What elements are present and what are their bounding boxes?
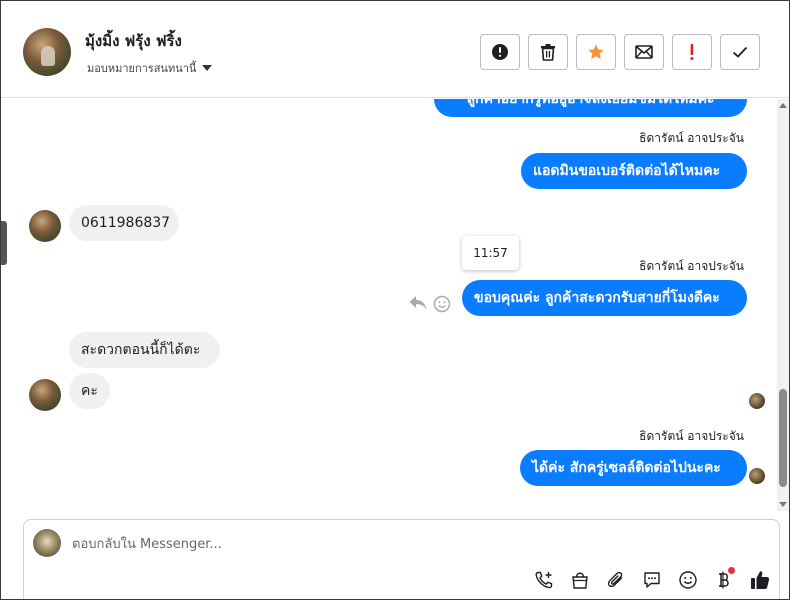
attach-button[interactable] [602,566,630,594]
contact-name[interactable]: มุ้งมิ้ง ฟรุ้ง ฟริ้ง [85,29,182,53]
header-actions [480,34,760,70]
scrollbar-thumb[interactable] [779,389,787,487]
smiley-react-icon[interactable] [433,295,451,313]
page-avatar [33,529,61,557]
thumbs-up-icon [751,571,770,589]
follow-up-button[interactable] [672,34,712,70]
call-button[interactable] [530,566,558,594]
smiley-icon [679,571,697,589]
saved-replies-button[interactable] [638,566,666,594]
contact-avatar-small[interactable] [29,379,61,411]
composer-toolbar [530,566,774,594]
message-composer [23,519,780,599]
read-receipt-avatar [749,393,765,409]
paperclip-icon [607,571,623,588]
emoji-button[interactable] [674,566,702,594]
scroll-up-arrow-icon[interactable] [779,103,787,108]
contact-avatar[interactable] [23,28,71,76]
trash-icon [541,44,555,61]
messenger-conversation-panel: มุ้งมิ้ง ฟรุ้ง ฟริ้ง มอบหมายการสนทนานี้ [0,0,790,600]
sender-name: ธิดารัตน์ อาจประจัน [639,429,744,443]
contact-avatar-small[interactable] [29,210,61,242]
read-receipt-avatar [749,468,765,484]
star-icon [588,44,604,60]
message-list[interactable]: ลูกค้าอยากรู้ที่อยู่อาจลงเยี่ยมชมได้ใหม่… [1,99,789,511]
message-bubble-incoming[interactable]: คะ [69,373,110,409]
shop-button[interactable] [566,566,594,594]
exclamation-icon [690,44,694,60]
assign-conversation-dropdown[interactable]: มอบหมายการสนทนานี้ [87,59,213,77]
chat-bubble-dots-icon [644,572,660,588]
message-bubble-incoming[interactable]: สะดวกตอนนี้ก็ได้ตะ [69,332,220,368]
mark-done-button[interactable] [720,34,760,70]
check-icon [732,46,748,58]
exclamation-circle-icon [492,44,508,60]
reply-icon[interactable] [408,294,428,312]
message-bubble-outgoing[interactable]: ลูกค้าอยากรู้ที่อยู่อาจลงเยี่ยมชมได้ใหม่… [434,99,747,117]
assign-label: มอบหมายการสนทนานี้ [87,62,197,75]
message-bubble-outgoing[interactable]: ได้ค่ะ สักครู่เซลล์ติดต่อไปนะคะ [520,450,747,486]
vertical-scrollbar[interactable] [777,99,789,511]
mark-unread-button[interactable] [624,34,664,70]
star-button[interactable] [576,34,616,70]
sender-name: ธิดารัตน์ อาจประจัน [639,259,744,273]
sender-name: ธิดารัตน์ อาจประจัน [639,131,744,145]
like-button[interactable] [746,566,774,594]
phone-add-icon [535,571,553,589]
payment-button[interactable] [710,566,738,594]
shopping-bag-icon [572,572,588,589]
message-bubble-outgoing[interactable]: ขอบคุณค่ะ ลูกค้าสะดวกรับสายกี่โมงดีคะ [462,280,747,316]
caret-down-icon [202,65,213,71]
message-bubble-incoming[interactable]: 0611986837 [69,205,179,241]
reply-input[interactable] [72,532,672,556]
conversation-header: มุ้งมิ้ง ฟรุ้ง ฟริ้ง มอบหมายการสนทนานี้ [1,1,789,98]
delete-button[interactable] [528,34,568,70]
mark-spam-button[interactable] [480,34,520,70]
left-scroll-indicator [1,221,7,265]
message-bubble-outgoing[interactable]: แอดมินขอเบอร์ติดต่อได้ไหมคะ [521,153,747,189]
timestamp-tooltip: 11:57 [462,236,519,270]
envelope-icon [635,45,653,59]
scroll-down-arrow-icon[interactable] [779,502,787,507]
notification-dot [728,567,735,574]
